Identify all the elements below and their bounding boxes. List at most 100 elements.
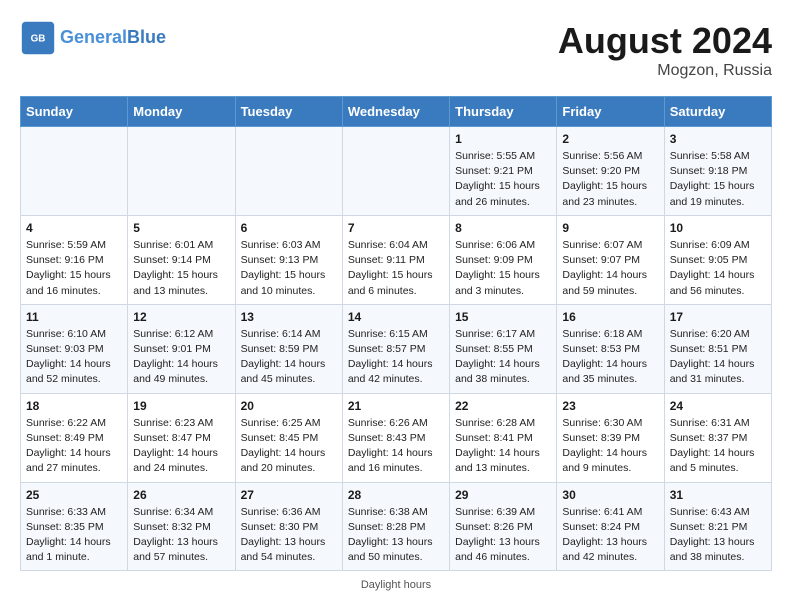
calendar-cell: 18Sunrise: 6:22 AM Sunset: 8:49 PM Dayli… (21, 393, 128, 482)
calendar-cell: 26Sunrise: 6:34 AM Sunset: 8:32 PM Dayli… (128, 482, 235, 571)
day-number: 13 (241, 310, 337, 324)
day-number: 19 (133, 399, 229, 413)
calendar-cell: 30Sunrise: 6:41 AM Sunset: 8:24 PM Dayli… (557, 482, 664, 571)
day-info: Sunrise: 6:04 AM Sunset: 9:11 PM Dayligh… (348, 238, 444, 299)
calendar-cell: 11 Sunrise: 6:10 AM Sunset: 9:03 PM Dayli… (21, 304, 128, 393)
calendar-cell: 1 Sunrise: 5:55 AM Sunset: 9:21 PM Daylig… (450, 127, 557, 216)
calendar-cell: 8Sunrise: 6:06 AM Sunset: 9:09 PM Daylig… (450, 215, 557, 304)
calendar-cell: 2 Sunrise: 5:56 AM Sunset: 9:20 PM Daylig… (557, 127, 664, 216)
day-info: Sunrise: 6:18 AM Sunset: 8:53 PM Dayligh… (562, 327, 658, 388)
day-number: 20 (241, 399, 337, 413)
day-number: 11 (26, 310, 122, 324)
calendar-cell: 4 Sunrise: 5:59 AM Sunset: 9:16 PM Daylig… (21, 215, 128, 304)
day-number: 29 (455, 488, 551, 502)
calendar-cell: 19 Sunrise: 6:23 AM Sunset: 8:47 PM Dayli… (128, 393, 235, 482)
day-info: Sunrise: 6:43 AM Sunset: 8:21 PM Dayligh… (670, 505, 766, 566)
day-info: Sunrise: 5:59 AM Sunset: 9:16 PM Dayligh… (26, 238, 122, 299)
calendar-cell: 12 Sunrise: 6:12 AM Sunset: 9:01 PM Dayli… (128, 304, 235, 393)
day-number: 4 (26, 221, 122, 235)
day-number: 17 (670, 310, 766, 324)
day-number: 26 (133, 488, 229, 502)
day-number: 15 (455, 310, 551, 324)
calendar-cell: 7 Sunrise: 6:04 AM Sunset: 9:11 PM Daylig… (342, 215, 449, 304)
title-block: August 2024 Mogzon, Russia (558, 20, 772, 80)
calendar-week-row: 18Sunrise: 6:22 AM Sunset: 8:49 PM Dayli… (21, 393, 772, 482)
day-info: Sunrise: 6:41 AM Sunset: 8:24 PM Dayligh… (562, 505, 658, 566)
day-info: Sunrise: 6:26 AM Sunset: 8:43 PM Dayligh… (348, 416, 444, 477)
calendar-cell: 5Sunrise: 6:01 AM Sunset: 9:14 PM Daylig… (128, 215, 235, 304)
calendar-cell: 13 Sunrise: 6:14 AM Sunset: 8:59 PM Dayli… (235, 304, 342, 393)
calendar-cell: 25 Sunrise: 6:33 AM Sunset: 8:35 PM Dayli… (21, 482, 128, 571)
column-header-tuesday: Tuesday (235, 97, 342, 127)
calendar-cell: 9 Sunrise: 6:07 AM Sunset: 9:07 PM Daylig… (557, 215, 664, 304)
location: Mogzon, Russia (558, 62, 772, 80)
day-number: 1 (455, 132, 551, 146)
calendar-cell (235, 127, 342, 216)
column-header-wednesday: Wednesday (342, 97, 449, 127)
day-info: Sunrise: 6:20 AM Sunset: 8:51 PM Dayligh… (670, 327, 766, 388)
calendar-cell: 14 Sunrise: 6:15 AM Sunset: 8:57 PM Dayli… (342, 304, 449, 393)
calendar-cell: 21 Sunrise: 6:26 AM Sunset: 8:43 PM Dayli… (342, 393, 449, 482)
calendar-cell: 29 Sunrise: 6:39 AM Sunset: 8:26 PM Dayli… (450, 482, 557, 571)
calendar-cell: 23Sunrise: 6:30 AM Sunset: 8:39 PM Dayli… (557, 393, 664, 482)
day-number: 21 (348, 399, 444, 413)
day-info: Sunrise: 6:03 AM Sunset: 9:13 PM Dayligh… (241, 238, 337, 299)
day-info: Sunrise: 6:06 AM Sunset: 9:09 PM Dayligh… (455, 238, 551, 299)
day-number: 12 (133, 310, 229, 324)
day-info: Sunrise: 6:39 AM Sunset: 8:26 PM Dayligh… (455, 505, 551, 566)
day-number: 14 (348, 310, 444, 324)
calendar-cell: 3 Sunrise: 5:58 AM Sunset: 9:18 PM Daylig… (664, 127, 771, 216)
day-number: 9 (562, 221, 658, 235)
column-header-saturday: Saturday (664, 97, 771, 127)
day-number: 31 (670, 488, 766, 502)
column-header-sunday: Sunday (21, 97, 128, 127)
day-info: Sunrise: 6:33 AM Sunset: 8:35 PM Dayligh… (26, 505, 122, 566)
day-info: Sunrise: 6:30 AM Sunset: 8:39 PM Dayligh… (562, 416, 658, 477)
calendar-cell: 20 Sunrise: 6:25 AM Sunset: 8:45 PM Dayli… (235, 393, 342, 482)
day-info: Sunrise: 6:14 AM Sunset: 8:59 PM Dayligh… (241, 327, 337, 388)
calendar-cell (342, 127, 449, 216)
day-number: 24 (670, 399, 766, 413)
calendar-table: SundayMondayTuesdayWednesdayThursdayFrid… (20, 96, 772, 571)
day-info: Sunrise: 6:25 AM Sunset: 8:45 PM Dayligh… (241, 416, 337, 477)
logo-text: GeneralBlue (60, 28, 166, 48)
day-number: 27 (241, 488, 337, 502)
calendar-cell: 15Sunrise: 6:17 AM Sunset: 8:55 PM Dayli… (450, 304, 557, 393)
day-info: Sunrise: 5:55 AM Sunset: 9:21 PM Dayligh… (455, 149, 551, 210)
svg-text:GB: GB (31, 34, 46, 45)
column-header-monday: Monday (128, 97, 235, 127)
page-header: GB GeneralBlue August 2024 Mogzon, Russi… (20, 20, 772, 80)
calendar-cell (128, 127, 235, 216)
calendar-week-row: 1 Sunrise: 5:55 AM Sunset: 9:21 PM Daylig… (21, 127, 772, 216)
day-info: Sunrise: 6:15 AM Sunset: 8:57 PM Dayligh… (348, 327, 444, 388)
calendar-cell (21, 127, 128, 216)
day-info: Sunrise: 6:07 AM Sunset: 9:07 PM Dayligh… (562, 238, 658, 299)
day-number: 6 (241, 221, 337, 235)
day-number: 5 (133, 221, 229, 235)
day-number: 2 (562, 132, 658, 146)
calendar-cell: 22 Sunrise: 6:28 AM Sunset: 8:41 PM Dayli… (450, 393, 557, 482)
day-info: Sunrise: 5:56 AM Sunset: 9:20 PM Dayligh… (562, 149, 658, 210)
day-info: Sunrise: 6:28 AM Sunset: 8:41 PM Dayligh… (455, 416, 551, 477)
calendar-header-row: SundayMondayTuesdayWednesdayThursdayFrid… (21, 97, 772, 127)
footer-note: Daylight hours (20, 579, 772, 591)
day-number: 22 (455, 399, 551, 413)
column-header-friday: Friday (557, 97, 664, 127)
calendar-cell: 17 Sunrise: 6:20 AM Sunset: 8:51 PM Dayli… (664, 304, 771, 393)
month-title: August 2024 (558, 20, 772, 62)
column-header-thursday: Thursday (450, 97, 557, 127)
day-info: Sunrise: 6:23 AM Sunset: 8:47 PM Dayligh… (133, 416, 229, 477)
calendar-cell: 16 Sunrise: 6:18 AM Sunset: 8:53 PM Dayli… (557, 304, 664, 393)
calendar-cell: 6 Sunrise: 6:03 AM Sunset: 9:13 PM Daylig… (235, 215, 342, 304)
calendar-cell: 27 Sunrise: 6:36 AM Sunset: 8:30 PM Dayli… (235, 482, 342, 571)
day-number: 16 (562, 310, 658, 324)
day-info: Sunrise: 6:10 AM Sunset: 9:03 PM Dayligh… (26, 327, 122, 388)
day-number: 25 (26, 488, 122, 502)
day-number: 28 (348, 488, 444, 502)
day-info: Sunrise: 6:36 AM Sunset: 8:30 PM Dayligh… (241, 505, 337, 566)
day-info: Sunrise: 5:58 AM Sunset: 9:18 PM Dayligh… (670, 149, 766, 210)
day-number: 3 (670, 132, 766, 146)
day-info: Sunrise: 6:12 AM Sunset: 9:01 PM Dayligh… (133, 327, 229, 388)
day-number: 7 (348, 221, 444, 235)
calendar-cell: 28Sunrise: 6:38 AM Sunset: 8:28 PM Dayli… (342, 482, 449, 571)
